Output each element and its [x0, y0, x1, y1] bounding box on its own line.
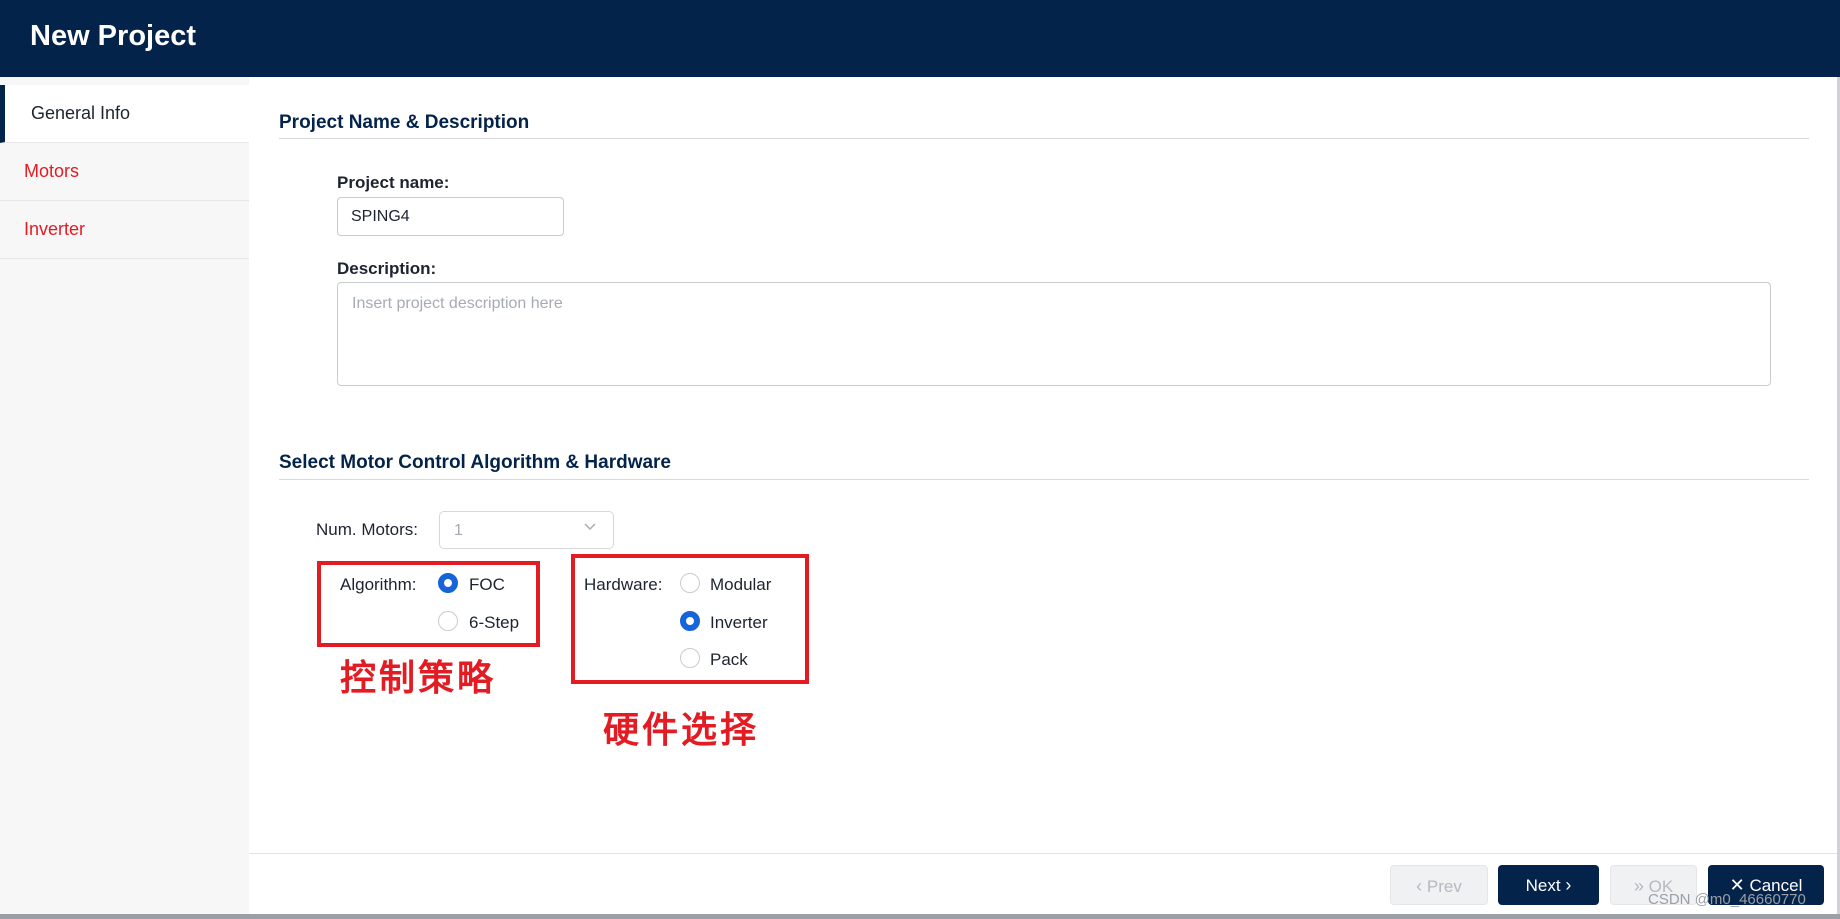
project-name-input[interactable]: [337, 197, 564, 236]
sidebar-item-label: General Info: [31, 103, 131, 123]
next-button-label: Next: [1525, 876, 1561, 895]
sidebar-item-label: Inverter: [24, 219, 86, 239]
chevron-down-icon: [583, 520, 597, 537]
sidebar: General Info Motors Inverter: [0, 77, 249, 915]
page-title: New Project: [30, 20, 196, 52]
project-name-label: Project name:: [337, 173, 450, 192]
next-button[interactable]: Next ›: [1498, 865, 1599, 905]
section-title-project: Project Name & Description: [279, 112, 530, 133]
sidebar-item-motors[interactable]: Motors: [0, 143, 249, 201]
sidebar-item-label: Motors: [24, 161, 80, 181]
window-bottom-border: [0, 914, 1840, 919]
prev-button-label: Prev: [1426, 877, 1462, 896]
watermark-text: CSDN @m0_46660770: [1648, 891, 1806, 908]
section-divider: [279, 138, 1809, 139]
chevron-left-icon: ‹: [1416, 876, 1423, 896]
chevron-right-icon: ›: [1565, 875, 1572, 895]
prev-button[interactable]: ‹ Prev: [1390, 865, 1488, 905]
sidebar-item-inverter[interactable]: Inverter: [0, 201, 249, 259]
num-motors-value: 1: [454, 522, 463, 539]
double-chevron-right-icon: »: [1633, 876, 1644, 896]
algorithm-highlight-box: [317, 561, 540, 647]
section-title-algorithm-hardware: Select Motor Control Algorithm & Hardwar…: [279, 452, 671, 473]
description-label: Description:: [337, 259, 437, 278]
app-header: New Project: [0, 0, 1840, 77]
num-motors-select[interactable]: 1: [439, 511, 614, 549]
sidebar-item-general-info[interactable]: General Info: [0, 85, 249, 143]
hardware-annotation: 硬件选择: [603, 710, 760, 751]
algorithm-annotation: 控制策略: [340, 658, 497, 699]
hardware-highlight-box: [571, 554, 809, 684]
section-divider: [279, 479, 1809, 480]
description-textarea[interactable]: [337, 282, 1771, 386]
num-motors-label: Num. Motors:: [316, 520, 419, 539]
